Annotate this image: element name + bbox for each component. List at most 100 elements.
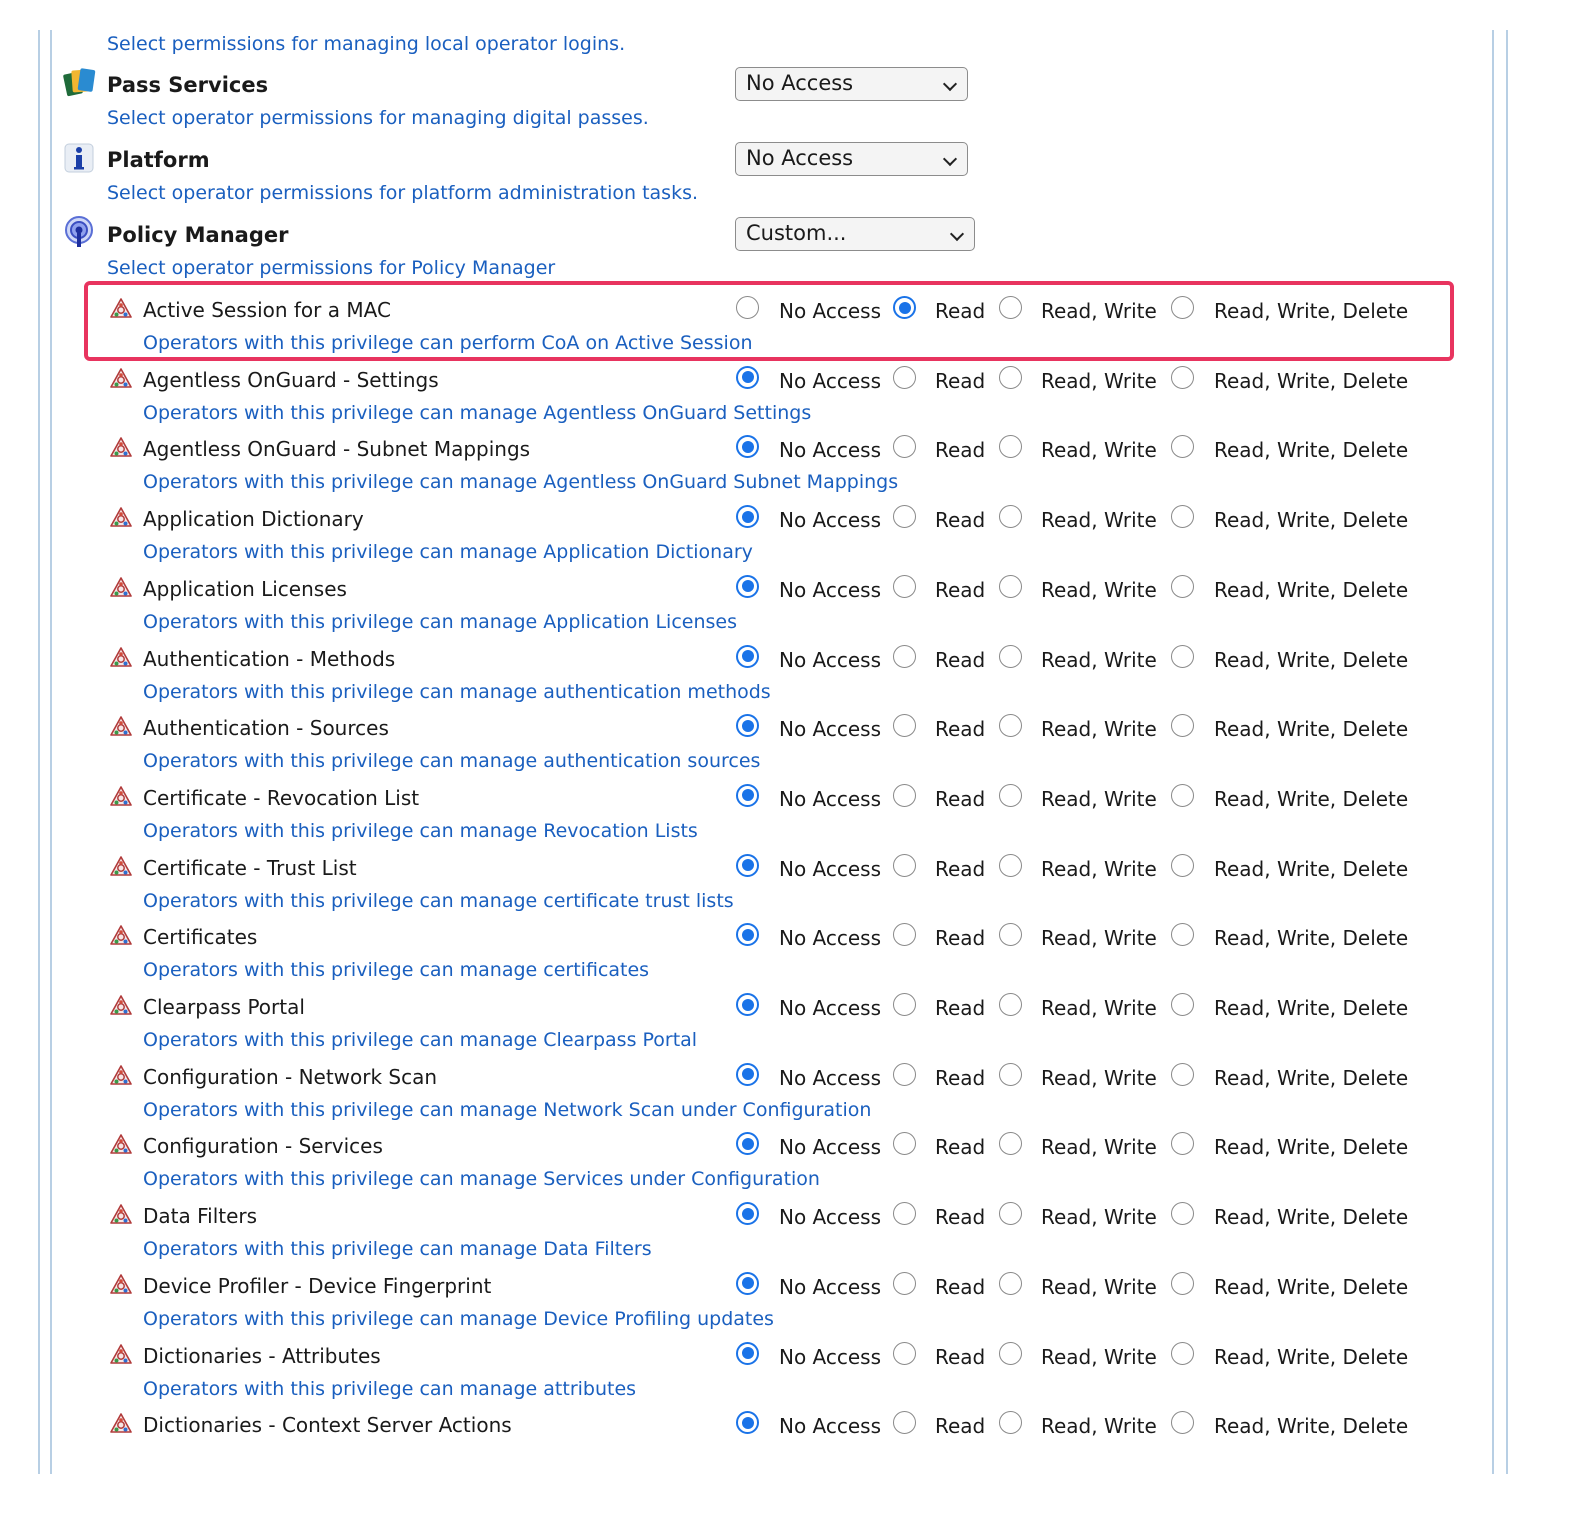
radio-read-write[interactable] [999, 1271, 1022, 1295]
radio-read-write-delete[interactable] [1171, 644, 1194, 668]
radio-option-label[interactable]: Read, Write [1041, 369, 1157, 393]
radio-option-label[interactable]: Read, Write, Delete [1214, 1345, 1408, 1369]
radio-read-write-delete[interactable] [1171, 365, 1194, 389]
radio-option-label[interactable]: Read [935, 1275, 985, 1299]
radio-option-label[interactable]: Read, Write [1041, 1205, 1157, 1229]
radio-read-write[interactable] [999, 435, 1022, 459]
policy-manager-select[interactable]: Custom... [735, 217, 975, 251]
radio-no-access[interactable] [736, 435, 759, 459]
radio-option-label[interactable]: Read, Write, Delete [1214, 857, 1408, 881]
radio-no-access[interactable] [736, 923, 759, 947]
radio-option-label[interactable]: Read, Write [1041, 717, 1157, 741]
radio-option-label[interactable]: No Access [779, 369, 881, 393]
radio-no-access[interactable] [736, 365, 759, 389]
radio-option-label[interactable]: No Access [779, 438, 881, 462]
radio-option-label[interactable]: Read, Write [1041, 648, 1157, 672]
radio-option-label[interactable]: No Access [779, 1135, 881, 1159]
radio-read[interactable] [893, 1202, 916, 1226]
radio-option-label[interactable]: Read, Write, Delete [1214, 508, 1408, 532]
radio-option-label[interactable]: No Access [779, 1275, 881, 1299]
radio-read[interactable] [893, 1411, 916, 1435]
radio-option-label[interactable]: Read, Write [1041, 508, 1157, 532]
radio-read[interactable] [893, 714, 916, 738]
radio-option-label[interactable]: Read [935, 857, 985, 881]
radio-no-access[interactable] [736, 505, 759, 529]
radio-option-label[interactable]: No Access [779, 1414, 881, 1438]
radio-read[interactable] [893, 365, 916, 389]
radio-option-label[interactable]: Read, Write, Delete [1214, 1414, 1408, 1438]
pass-services-select[interactable]: No Access [735, 67, 968, 101]
radio-read-write[interactable] [999, 1062, 1022, 1086]
radio-option-label[interactable]: Read, Write [1041, 926, 1157, 950]
radio-no-access[interactable] [736, 574, 759, 598]
radio-option-label[interactable]: Read [935, 578, 985, 602]
radio-option-label[interactable]: Read [935, 648, 985, 672]
radio-option-label[interactable]: No Access [779, 508, 881, 532]
radio-option-label[interactable]: No Access [779, 1066, 881, 1090]
radio-option-label[interactable]: No Access [779, 1345, 881, 1369]
radio-option-label[interactable]: No Access [779, 648, 881, 672]
radio-option-label[interactable]: Read, Write, Delete [1214, 717, 1408, 741]
radio-read-write-delete[interactable] [1171, 574, 1194, 598]
radio-read[interactable] [893, 1062, 916, 1086]
radio-option-label[interactable]: Read [935, 926, 985, 950]
radio-option-label[interactable]: No Access [779, 578, 881, 602]
radio-option-label[interactable]: No Access [779, 787, 881, 811]
radio-read[interactable] [893, 923, 916, 947]
radio-option-label[interactable]: Read, Write [1041, 1414, 1157, 1438]
radio-read-write-delete[interactable] [1171, 1271, 1194, 1295]
radio-read-write[interactable] [999, 1341, 1022, 1365]
radio-read[interactable] [893, 644, 916, 668]
radio-option-label[interactable]: Read, Write [1041, 1135, 1157, 1159]
radio-read[interactable] [893, 993, 916, 1016]
radio-option-label[interactable]: Read [935, 1135, 985, 1159]
radio-no-access[interactable] [736, 1271, 759, 1295]
radio-option-label[interactable]: Read, Write [1041, 787, 1157, 811]
radio-option-label[interactable]: Read, Write, Delete [1214, 926, 1408, 950]
radio-no-access[interactable] [736, 993, 759, 1016]
radio-read[interactable] [893, 853, 916, 877]
radio-option-label[interactable]: No Access [779, 996, 881, 1020]
radio-option-label[interactable]: Read [935, 369, 985, 393]
radio-read[interactable] [893, 1341, 916, 1365]
radio-read-write[interactable] [999, 993, 1022, 1016]
radio-read-write[interactable] [999, 923, 1022, 947]
radio-option-label[interactable]: Read, Write [1041, 1275, 1157, 1299]
radio-option-label[interactable]: Read [935, 1345, 985, 1369]
radio-option-label[interactable]: No Access [779, 857, 881, 881]
radio-option-label[interactable]: Read [935, 508, 985, 532]
radio-read-write-delete[interactable] [1171, 505, 1194, 529]
radio-no-access[interactable] [736, 783, 759, 807]
radio-read-write-delete[interactable] [1171, 923, 1194, 947]
radio-option-label[interactable]: Read, Write [1041, 1345, 1157, 1369]
radio-read[interactable] [893, 1132, 916, 1156]
radio-read-write-delete[interactable] [1171, 1202, 1194, 1226]
platform-select[interactable]: No Access [735, 142, 968, 176]
radio-no-access[interactable] [736, 644, 759, 668]
radio-no-access[interactable] [736, 1411, 759, 1435]
radio-option-label[interactable]: Read [935, 996, 985, 1020]
radio-option-label[interactable]: No Access [779, 926, 881, 950]
radio-read[interactable] [893, 435, 916, 459]
radio-option-label[interactable]: Read, Write, Delete [1214, 1066, 1408, 1090]
radio-read[interactable] [893, 1271, 916, 1295]
radio-option-label[interactable]: Read [935, 1205, 985, 1229]
radio-read-write-delete[interactable] [1171, 783, 1194, 807]
radio-option-label[interactable]: Read [935, 438, 985, 462]
radio-read-write[interactable] [999, 1132, 1022, 1156]
radio-option-label[interactable]: Read [935, 787, 985, 811]
radio-read-write[interactable] [999, 365, 1022, 389]
radio-read-write[interactable] [999, 1202, 1022, 1226]
radio-option-label[interactable]: Read, Write [1041, 996, 1157, 1020]
radio-read-write[interactable] [999, 714, 1022, 738]
radio-read-write[interactable] [999, 853, 1022, 877]
radio-read-write-delete[interactable] [1171, 1062, 1194, 1086]
radio-no-access[interactable] [736, 1202, 759, 1226]
radio-no-access[interactable] [736, 1341, 759, 1365]
radio-option-label[interactable]: No Access [779, 1205, 881, 1229]
radio-option-label[interactable]: Read, Write, Delete [1214, 1135, 1408, 1159]
radio-read-write-delete[interactable] [1171, 993, 1194, 1016]
radio-read-write[interactable] [999, 505, 1022, 529]
radio-read-write[interactable] [999, 1411, 1022, 1435]
radio-read-write-delete[interactable] [1171, 1411, 1194, 1435]
